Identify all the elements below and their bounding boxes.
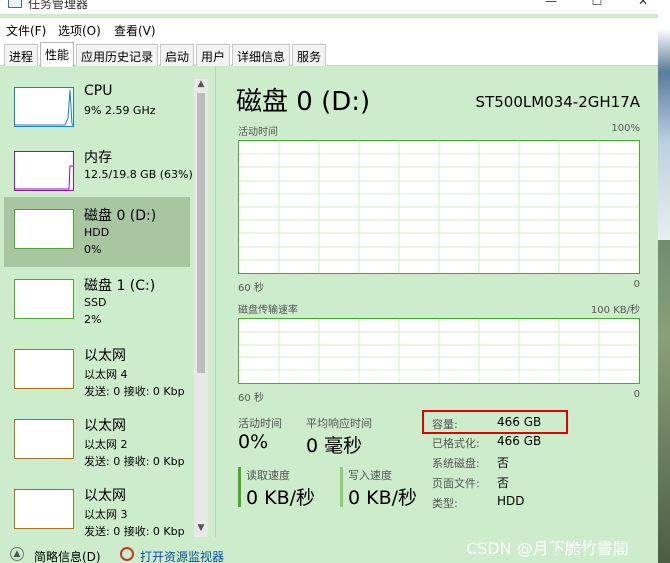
scrollbar-thumb[interactable] (197, 93, 205, 373)
sidebar-item-label: 以太网 (84, 418, 126, 434)
sidebar-item-disk-0[interactable]: 磁盘 0 (D:) HDD 0% (4, 197, 190, 267)
system-disk-key: 系统磁盘: (432, 457, 480, 470)
sidebar-item-memory[interactable]: 内存 12.5/19.8 GB (63%) (4, 141, 193, 205)
scroll-down-icon[interactable]: ▼ (194, 523, 208, 537)
tab-app-history[interactable]: 应用历史记录 (76, 44, 158, 66)
sidebar-scrollbar[interactable]: ▲ ▼ (194, 79, 208, 537)
sidebar-item-detail: 以太网 3 (84, 508, 128, 521)
tab-details[interactable]: 详细信息 (232, 44, 290, 66)
tab-bar: 进程 性能 应用历史记录 启动 用户 详细信息 服务 (0, 40, 670, 67)
resource-sidebar: CPU 9% 2.59 GHz 内存 12.5/19.8 GB (63%) 磁盘… (0, 67, 216, 537)
minimize-icon[interactable]: — (528, 0, 574, 14)
sidebar-item-label: 以太网 (84, 488, 126, 504)
sidebar-item-label: 磁盘 0 (D:) (84, 208, 157, 224)
activity-grid (239, 141, 639, 273)
ethernet2-thumbnail-graph (14, 419, 74, 459)
scroll-up-icon[interactable]: ▲ (194, 79, 208, 93)
response-time-label: 平均响应时间 (306, 417, 372, 430)
disk-title: 磁盘 0 (D:) (236, 87, 371, 117)
activity-graph-max: 100% (611, 123, 640, 134)
read-speed-label: 读取速度 (246, 469, 290, 482)
ethernet4-thumbnail-graph (14, 349, 74, 389)
sidebar-item-ethernet-3[interactable]: 以太网 以太网 3 发送: 0 接收: 0 Kbp (4, 479, 190, 537)
activity-graph-time-right: 0 (633, 279, 640, 290)
read-speed-value: 0 KB/秒 (246, 487, 316, 509)
collapse-icon[interactable]: ▲ (10, 547, 24, 561)
cpu-thumbnail-graph (14, 87, 74, 127)
sidebar-item-percent: 2% (84, 313, 102, 326)
activity-time-graph (238, 140, 640, 274)
sidebar-item-disk-1[interactable]: 磁盘 1 (C:) SSD 2% (4, 269, 190, 333)
performance-panel: CPU 9% 2.59 GHz 内存 12.5/19.8 GB (63%) 磁盘… (0, 67, 658, 543)
ethernet3-thumbnail-graph (14, 489, 74, 529)
tab-services[interactable]: 服务 (292, 44, 326, 66)
task-manager-icon (8, 0, 22, 8)
response-time-value: 0 毫秒 (306, 435, 363, 457)
write-speed-bar (340, 467, 343, 507)
disk0-thumbnail-graph (14, 209, 74, 249)
active-time-label: 活动时间 (238, 417, 282, 430)
transfer-graph-max: 100 KB/秒 (590, 305, 640, 316)
transfer-graph-label: 磁盘传输速率 (238, 305, 298, 316)
transfer-graph-time-left: 60 秒 (238, 393, 264, 404)
menu-bar: 文件(F) 选项(O) 查看(V) (0, 18, 670, 40)
open-resource-monitor-link[interactable]: 打开资源监视器 (140, 548, 224, 563)
sidebar-item-label: 以太网 (84, 348, 126, 364)
sidebar-item-detail: 以太网 2 (84, 438, 128, 451)
menu-view[interactable]: 查看(V) (114, 22, 156, 39)
write-speed-value: 0 KB/秒 (348, 487, 418, 509)
sidebar-item-throughput: 发送: 0 接收: 0 Kbp (84, 385, 185, 398)
sidebar-item-label: CPU (84, 83, 113, 99)
capacity-key: 容量: (432, 418, 458, 431)
tab-users[interactable]: 用户 (196, 44, 230, 66)
formatted-value: 466 GB (497, 434, 542, 448)
read-speed-bar (238, 467, 241, 507)
memory-sparkline (15, 165, 73, 190)
formatted-key: 已格式化: (432, 437, 480, 450)
transfer-rate-graph (238, 318, 640, 384)
type-key: 类型: (432, 497, 458, 510)
fewer-details-link[interactable]: 简略信息(D) (34, 548, 101, 563)
active-time-value: 0% (238, 431, 269, 453)
system-disk-value: 否 (497, 456, 510, 470)
transfer-grid (239, 319, 639, 383)
memory-thumbnail-graph (14, 151, 74, 191)
menu-options[interactable]: 选项(O) (58, 22, 101, 39)
type-value: HDD (497, 494, 525, 508)
tab-processes[interactable]: 进程 (4, 44, 38, 66)
tab-performance[interactable]: 性能 (40, 42, 74, 67)
sidebar-item-detail: 以太网 4 (84, 368, 128, 381)
menu-file[interactable]: 文件(F) (6, 22, 46, 39)
page-file-key: 页面文件: (432, 477, 480, 490)
sidebar-item-ethernet-4[interactable]: 以太网 以太网 4 发送: 0 接收: 0 Kbp (4, 339, 190, 403)
page-file-value: 否 (497, 476, 510, 490)
sidebar-item-label: 磁盘 1 (C:) (84, 278, 156, 294)
sidebar-item-ethernet-2[interactable]: 以太网 以太网 2 发送: 0 接收: 0 Kbp (4, 409, 190, 473)
sidebar-item-percent: 0% (84, 243, 102, 256)
window-title: 任务管理器 (28, 0, 89, 11)
sidebar-item-throughput: 发送: 0 接收: 0 Kbp (84, 525, 185, 537)
sidebar-item-detail: SSD (84, 296, 107, 309)
csdn-watermark: CSDN @月下脆竹書閣 (466, 539, 629, 558)
disk-detail-pane: 磁盘 0 (D:) ST500LM034-2GH17A 活动时间 100% 60… (228, 67, 648, 537)
tab-startup[interactable]: 启动 (160, 44, 194, 66)
activity-graph-time-left: 60 秒 (238, 283, 264, 294)
resource-monitor-icon (120, 547, 134, 561)
write-speed-label: 写入速度 (348, 469, 392, 482)
cpu-sparkline (15, 89, 74, 126)
sidebar-item-cpu[interactable]: CPU 9% 2.59 GHz (4, 77, 190, 141)
sidebar-item-label: 内存 (84, 150, 112, 166)
activity-graph-label: 活动时间 (238, 127, 278, 138)
sidebar-item-detail: HDD (84, 226, 110, 239)
transfer-graph-time-right: 0 (633, 389, 640, 400)
title-bar: 任务管理器 — ☐ ✕ (0, 0, 670, 14)
disk-model: ST500LM034-2GH17A (475, 93, 640, 111)
maximize-icon[interactable]: ☐ (574, 0, 620, 14)
sidebar-item-throughput: 发送: 0 接收: 0 Kbp (84, 455, 185, 468)
desktop-background-strip (658, 0, 670, 563)
sidebar-item-detail: 9% 2.59 GHz (84, 104, 156, 117)
sidebar-item-detail: 12.5/19.8 GB (63%) (84, 168, 193, 181)
capacity-value: 466 GB (497, 415, 542, 429)
disk1-thumbnail-graph (14, 279, 74, 319)
